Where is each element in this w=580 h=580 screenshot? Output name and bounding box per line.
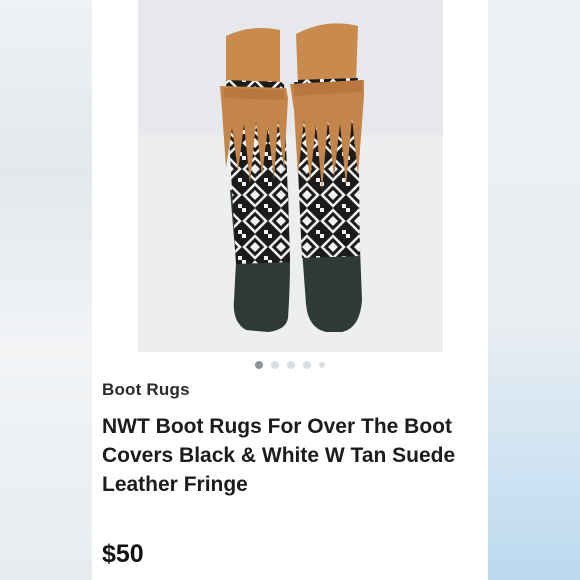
listing-price: $50: [102, 540, 144, 568]
brand-link[interactable]: Boot Rugs: [102, 380, 190, 400]
listing-title: NWT Boot Rugs For Over The Boot Covers B…: [102, 415, 456, 496]
carousel-dots: [92, 361, 488, 369]
background-blur-left: [0, 0, 92, 580]
screen: Boot Rugs NWT Boot Rugs For Over The Boo…: [0, 0, 580, 580]
product-photo[interactable]: [138, 0, 443, 352]
carousel-dot-3[interactable]: [287, 361, 295, 369]
boots-image: [138, 0, 443, 352]
carousel-dot-5[interactable]: [319, 362, 325, 368]
carousel-dot-1[interactable]: [255, 361, 263, 369]
listing-card: Boot Rugs NWT Boot Rugs For Over The Boo…: [92, 0, 488, 580]
carousel-dot-2[interactable]: [271, 361, 279, 369]
background-blur-right: [488, 0, 580, 580]
carousel-dot-4[interactable]: [303, 361, 311, 369]
